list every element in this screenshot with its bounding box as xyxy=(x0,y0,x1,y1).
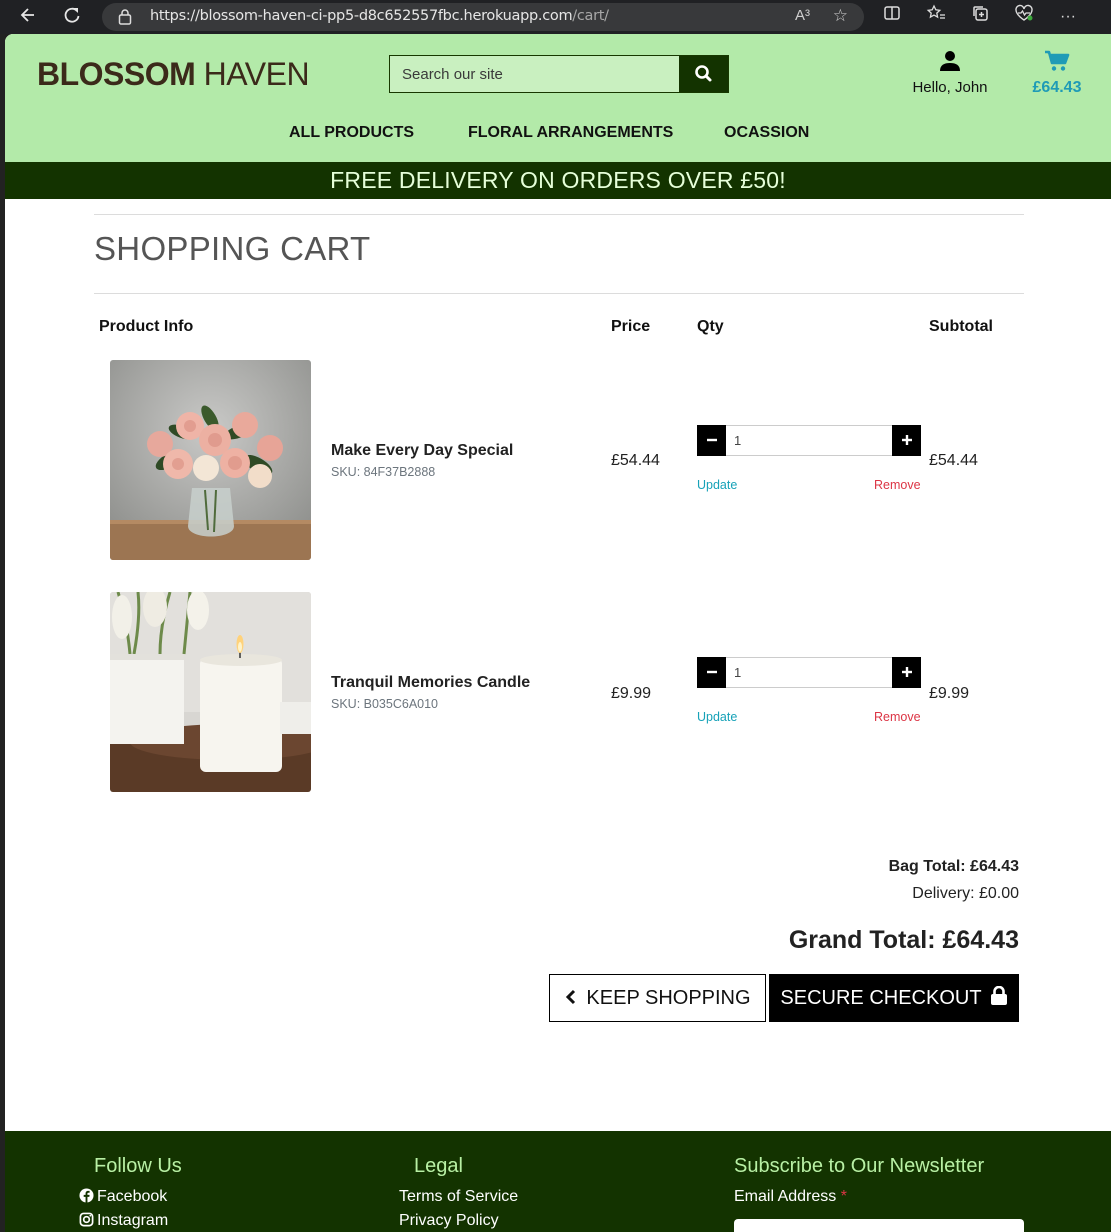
site-logo[interactable]: BLOSSOM HAVEN xyxy=(37,56,310,93)
terms-of-service-link[interactable]: Terms of Service xyxy=(399,1188,518,1206)
quantity-stepper xyxy=(697,657,921,688)
chevron-left-icon xyxy=(566,989,576,1005)
logo-bold: BLOSSOM xyxy=(37,56,196,92)
remove-link[interactable]: Remove xyxy=(874,710,921,724)
nav-ocassion[interactable]: OCASSION xyxy=(724,124,809,142)
keep-shopping-button[interactable]: KEEP SHOPPING xyxy=(549,974,766,1022)
plus-icon xyxy=(901,667,912,677)
product-subtotal: £54.44 xyxy=(929,452,978,469)
keep-shopping-label: KEEP SHOPPING xyxy=(586,987,751,1009)
facebook-icon xyxy=(79,1188,94,1203)
lock-icon xyxy=(118,8,132,26)
product-sku: SKU: 84F37B2888 xyxy=(331,465,436,479)
address-bar[interactable]: https://blossom-haven-ci-pp5-d8c652557fb… xyxy=(102,3,864,31)
grand-total: Grand Total: £64.43 xyxy=(788,926,1019,954)
url-path: /cart/ xyxy=(572,8,609,24)
footer-newsletter-title: Subscribe to Our Newsletter xyxy=(734,1155,985,1177)
health-icon[interactable] xyxy=(1011,4,1037,30)
product-name: Make Every Day Special xyxy=(331,442,514,459)
decrement-qty-button[interactable] xyxy=(697,657,726,688)
favorite-star-icon[interactable]: ☆ xyxy=(833,6,848,26)
product-name: Tranquil Memories Candle xyxy=(331,674,531,691)
quantity-input[interactable] xyxy=(728,658,888,687)
browser-toolbar: https://blossom-haven-ci-pp5-d8c652557fb… xyxy=(0,0,1111,34)
column-header-subtotal: Subtotal xyxy=(929,318,993,335)
secure-checkout-button[interactable]: SECURE CHECKOUT xyxy=(769,974,1019,1022)
instagram-link[interactable]: Instagram xyxy=(79,1212,168,1230)
delivery-cost: Delivery: £0.00 xyxy=(912,885,1019,902)
product-image-candle[interactable] xyxy=(110,592,311,792)
remove-link[interactable]: Remove xyxy=(874,478,921,492)
nav-floral-arrangements[interactable]: FLORAL ARRANGEMENTS xyxy=(468,124,673,142)
url-text: https://blossom-haven-ci-pp5-d8c652557fb… xyxy=(150,8,609,24)
favorites-icon[interactable] xyxy=(923,4,949,30)
refresh-icon[interactable] xyxy=(60,5,84,29)
footer-follow-title: Follow Us xyxy=(94,1155,182,1177)
site-header: BLOSSOM HAVEN Hello, John £64.43 ALL PRO… xyxy=(5,34,1111,162)
search-form xyxy=(389,55,729,93)
nav-all-products[interactable]: ALL PRODUCTS xyxy=(289,124,414,142)
privacy-policy-link[interactable]: Privacy Policy xyxy=(399,1212,499,1230)
search-icon xyxy=(695,65,712,82)
site-footer: Follow Us Facebook Instagram Legal Terms… xyxy=(5,1131,1111,1232)
read-aloud-icon[interactable]: A³ xyxy=(795,7,810,24)
minus-icon xyxy=(706,670,717,674)
decrement-qty-button[interactable] xyxy=(697,425,726,456)
plus-icon xyxy=(901,435,912,445)
update-link[interactable]: Update xyxy=(697,710,737,724)
minus-icon xyxy=(706,438,717,442)
column-header-qty: Qty xyxy=(697,318,724,335)
newsletter-email-input[interactable] xyxy=(734,1219,1024,1232)
search-button[interactable] xyxy=(679,56,728,92)
divider xyxy=(94,293,1024,294)
cart-link[interactable]: £64.43 xyxy=(1025,50,1089,97)
more-menu-icon[interactable]: ··· xyxy=(1055,4,1081,30)
instagram-icon xyxy=(79,1212,94,1227)
divider xyxy=(94,214,1024,215)
account-greeting: Hello, John xyxy=(912,79,988,96)
user-icon xyxy=(940,51,960,71)
back-icon[interactable] xyxy=(16,5,40,29)
shopping-cart-icon xyxy=(1045,50,1070,71)
column-header-product: Product Info xyxy=(99,318,194,335)
required-asterisk: * xyxy=(840,1188,847,1205)
product-sku: SKU: B035C6A010 xyxy=(331,697,439,711)
footer-legal-title: Legal xyxy=(414,1155,463,1177)
email-address-label: Email Address * xyxy=(734,1188,847,1206)
split-screen-icon[interactable] xyxy=(879,4,905,30)
search-input[interactable] xyxy=(390,56,680,92)
quantity-input[interactable] xyxy=(728,426,888,455)
logo-light: HAVEN xyxy=(195,56,310,92)
cart-total: £64.43 xyxy=(1032,79,1082,96)
column-header-price: Price xyxy=(611,318,651,335)
product-price: £54.44 xyxy=(611,452,660,469)
secure-checkout-label: SECURE CHECKOUT xyxy=(780,987,982,1009)
email-label-text: Email Address xyxy=(734,1188,837,1205)
collections-icon[interactable] xyxy=(967,4,993,30)
instagram-label: Instagram xyxy=(97,1212,169,1229)
product-price: £9.99 xyxy=(611,685,652,702)
web-page: BLOSSOM HAVEN Hello, John £64.43 ALL PRO… xyxy=(5,34,1111,1232)
bag-total: Bag Total: £64.43 xyxy=(888,858,1019,875)
product-subtotal: £9.99 xyxy=(929,685,970,702)
page-title: SHOPPING CART xyxy=(94,230,371,267)
increment-qty-button[interactable] xyxy=(892,657,921,688)
facebook-label: Facebook xyxy=(97,1188,168,1205)
lock-icon xyxy=(990,985,1007,1005)
url-host: https://blossom-haven-ci-pp5-d8c652557fb… xyxy=(150,8,573,24)
quantity-stepper xyxy=(697,425,921,456)
free-delivery-banner: FREE DELIVERY ON ORDERS OVER £50! xyxy=(5,162,1111,199)
product-image-roses[interactable] xyxy=(110,360,311,560)
increment-qty-button[interactable] xyxy=(892,425,921,456)
account-menu[interactable]: Hello, John xyxy=(905,50,995,96)
update-link[interactable]: Update xyxy=(697,478,737,492)
facebook-link[interactable]: Facebook xyxy=(79,1188,167,1206)
